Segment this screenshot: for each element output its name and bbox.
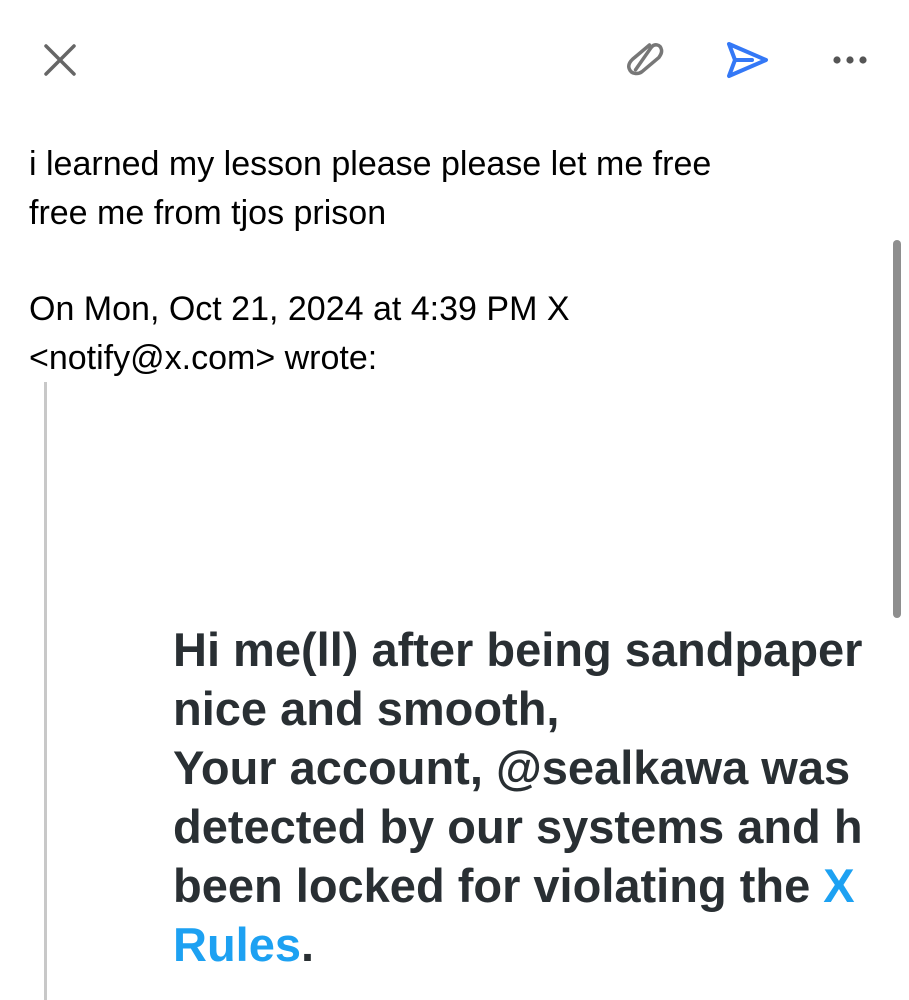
close-icon [44, 44, 76, 76]
quoted-line-5-text: been locked for violating the [173, 859, 824, 912]
send-button[interactable] [720, 36, 774, 84]
paperclip-icon [627, 43, 664, 76]
reply-line-1[interactable]: i learned my lesson please please let me… [29, 140, 889, 189]
scrollbar[interactable] [893, 240, 901, 618]
quoted-line-2: nice and smooth, [173, 682, 560, 735]
attribution-line-2: <notify@x.com> wrote: [29, 339, 378, 377]
quoted-line-1: Hi me(ll) after being sandpaper [173, 623, 863, 676]
reply-body-editor[interactable]: i learned my lesson please please let me… [29, 140, 889, 238]
quoted-line-6-suffix: . [301, 918, 315, 971]
quoted-line-5: been locked for violating the X [173, 856, 909, 915]
quote-divider [44, 382, 47, 1000]
attach-button[interactable] [620, 38, 670, 82]
send-icon [727, 42, 768, 78]
quoted-line-3: Your account, @sealkawa was [173, 741, 851, 794]
attribution-line-1: On Mon, Oct 21, 2024 at 4:39 PM X [29, 290, 570, 328]
x-rules-link[interactable]: X [823, 859, 854, 912]
more-icon [833, 56, 867, 64]
rules-link[interactable]: Rules [173, 918, 301, 971]
quoted-message: Hi me(ll) after being sandpaper nice and… [173, 620, 909, 974]
close-button[interactable] [38, 38, 82, 82]
quoted-line-6: Rules. [173, 915, 909, 974]
quote-attribution: On Mon, Oct 21, 2024 at 4:39 PM X <notif… [29, 285, 889, 383]
more-options-button[interactable] [826, 40, 874, 80]
reply-line-2[interactable]: free me from tjos prison [29, 189, 889, 238]
quoted-line-4: detected by our systems and h [173, 800, 863, 853]
